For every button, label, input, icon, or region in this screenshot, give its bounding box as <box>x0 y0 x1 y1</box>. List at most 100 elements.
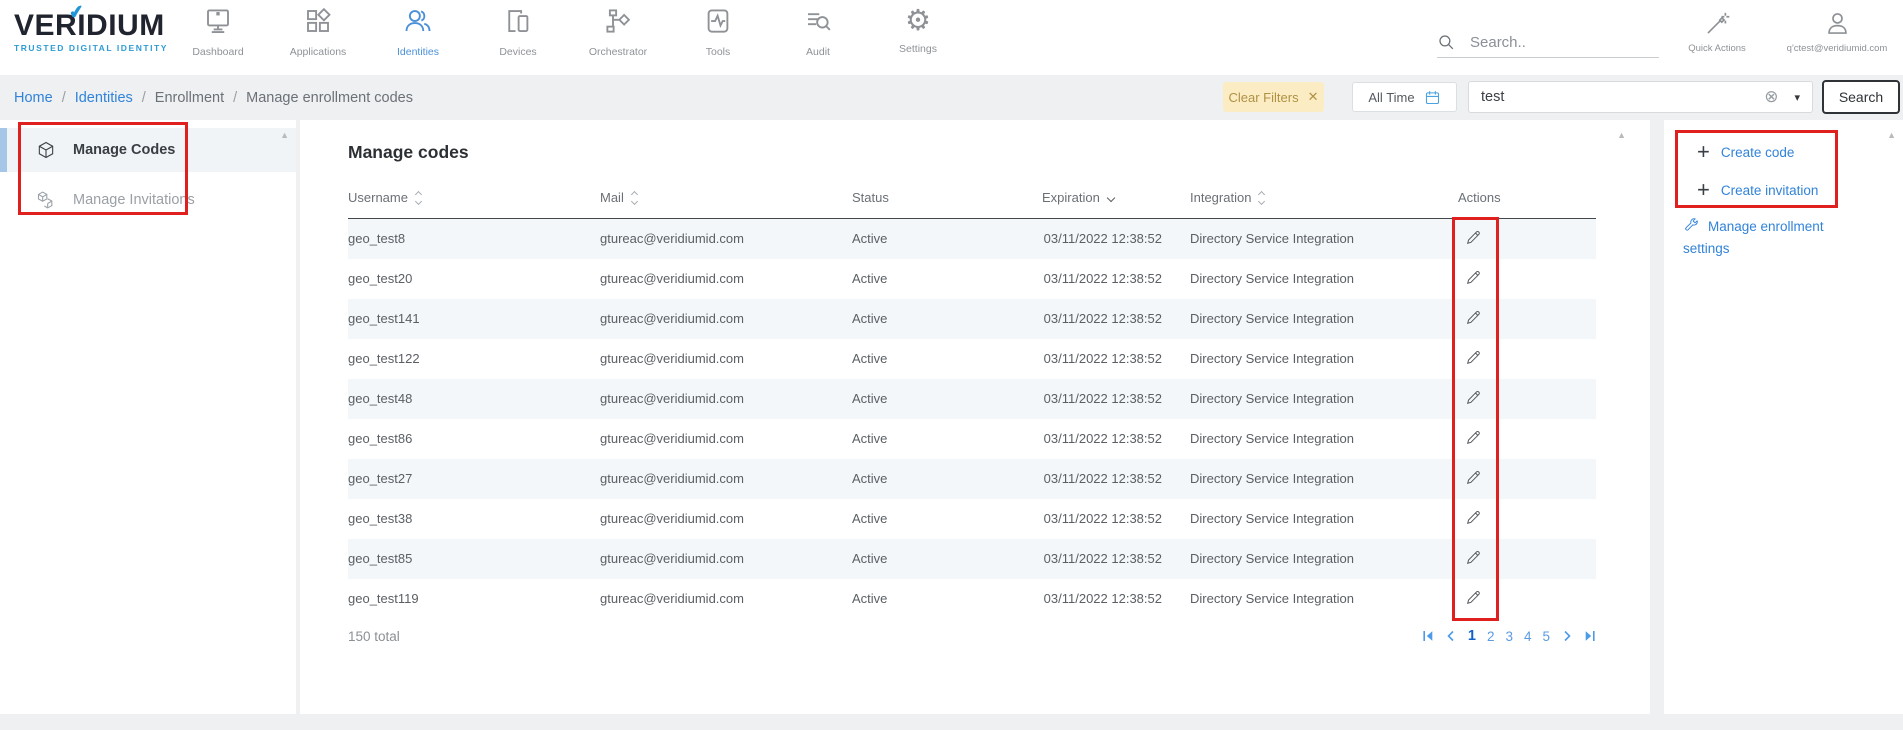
clear-input-icon[interactable]: ⊗ <box>1764 87 1778 107</box>
col-label: Username <box>348 190 408 205</box>
nav-item-dashboard[interactable]: Dashboard <box>168 6 268 58</box>
global-search-input[interactable]: Search.. <box>1437 28 1659 58</box>
edit-pencil-icon[interactable] <box>1465 589 1482 606</box>
quick-actions-button[interactable]: Quick Actions <box>1680 10 1754 54</box>
audit-log-icon <box>803 6 833 41</box>
cube-icon <box>36 140 56 160</box>
edit-pencil-icon[interactable] <box>1465 509 1482 526</box>
page-number-5[interactable]: 5 <box>1542 629 1550 644</box>
cell-expiration: 03/11/2022 12:38:52 <box>1042 499 1190 539</box>
table-search-input[interactable]: test ⊗ ▾ <box>1468 81 1813 113</box>
nav-item-tools[interactable]: Tools <box>668 6 768 58</box>
page-number-2[interactable]: 2 <box>1487 629 1495 644</box>
sort-desc-icon <box>1108 195 1114 201</box>
cell-username: geo_test122 <box>348 339 600 379</box>
create-invitation-button[interactable]: + Create invitation <box>1697 180 1818 200</box>
cell-integration: Directory Service Integration <box>1190 579 1458 619</box>
edit-pencil-icon[interactable] <box>1465 389 1482 406</box>
breadcrumb-enrollment: Enrollment <box>155 90 224 106</box>
edit-pencil-icon[interactable] <box>1465 229 1482 246</box>
cell-expiration: 03/11/2022 12:38:52 <box>1042 579 1190 619</box>
table-row: geo_test141 gtureac@veridiumid.com Activ… <box>348 299 1596 339</box>
cell-status: Active <box>852 499 1042 539</box>
cell-actions <box>1458 539 1596 579</box>
scroll-up-arrow-icon[interactable]: ▲ <box>1887 130 1896 140</box>
manage-enrollment-settings-link[interactable]: Manage enrollment settings <box>1683 216 1861 259</box>
table-body: geo_test8 gtureac@veridiumid.com Active … <box>348 219 1596 619</box>
cell-status: Active <box>852 339 1042 379</box>
devices-icon <box>503 6 533 41</box>
col-username[interactable]: Username <box>348 180 600 219</box>
left-sidebar: Manage Codes Manage Invitations ▲ <box>0 120 296 714</box>
cell-actions <box>1458 259 1596 299</box>
cell-username: geo_test141 <box>348 299 600 339</box>
search-button[interactable]: Search <box>1822 80 1900 114</box>
cell-expiration: 03/11/2022 12:38:52 <box>1042 459 1190 499</box>
breadcrumb-home[interactable]: Home <box>14 90 53 106</box>
cell-username: geo_test38 <box>348 499 600 539</box>
cell-status: Active <box>852 539 1042 579</box>
edit-pencil-icon[interactable] <box>1465 549 1482 566</box>
nav-item-orchestrator[interactable]: Orchestrator <box>568 6 668 58</box>
cell-actions <box>1458 379 1596 419</box>
prev-page-button[interactable] <box>1445 630 1457 642</box>
create-code-label: Create code <box>1721 145 1795 160</box>
veridium-logo[interactable]: VERI✔DIUM TRUSTED DIGITAL IDENTITY <box>14 10 164 53</box>
time-range-filter-button[interactable]: All Time <box>1352 82 1457 112</box>
nav-item-identities[interactable]: Identities <box>368 6 468 58</box>
sidebar-item-label: Manage Invitations <box>73 192 195 208</box>
page-number-1[interactable]: 1 <box>1468 628 1476 644</box>
clear-filters-button[interactable]: Clear Filters ✕ <box>1223 82 1324 112</box>
breadcrumb-separator: / <box>62 90 66 106</box>
col-status: Status <box>852 180 1042 219</box>
table-row: geo_test122 gtureac@veridiumid.com Activ… <box>348 339 1596 379</box>
user-account-button[interactable]: q'ctest@veridiumid.com <box>1772 10 1902 54</box>
cell-expiration: 03/11/2022 12:38:52 <box>1042 219 1190 259</box>
scroll-up-arrow-icon[interactable]: ▲ <box>280 130 289 140</box>
edit-pencil-icon[interactable] <box>1465 309 1482 326</box>
magic-wand-icon <box>1704 10 1731 37</box>
codes-table: Username Mail Status Expiration Integrat… <box>348 180 1596 619</box>
edit-pencil-icon[interactable] <box>1465 269 1482 286</box>
nav-item-audit[interactable]: Audit <box>768 6 868 58</box>
breadcrumb-filter-bar: Home / Identities / Enrollment / Manage … <box>0 75 1903 120</box>
cell-mail: gtureac@veridiumid.com <box>600 459 852 499</box>
top-navigation-bar: VERI✔DIUM TRUSTED DIGITAL IDENTITY Dashb… <box>0 0 1903 75</box>
nav-item-settings[interactable]: ⚙ Settings <box>868 6 968 58</box>
sort-icon <box>632 192 637 204</box>
cell-integration: Directory Service Integration <box>1190 499 1458 539</box>
edit-pencil-icon[interactable] <box>1465 469 1482 486</box>
page-number-4[interactable]: 4 <box>1524 629 1532 644</box>
app-grid-icon <box>303 6 333 41</box>
breadcrumb-current-page: Manage enrollment codes <box>246 90 413 106</box>
cell-status: Active <box>852 219 1042 259</box>
sidebar-item-manage-invitations[interactable]: Manage Invitations <box>0 178 296 222</box>
create-code-button[interactable]: + Create code <box>1697 142 1794 162</box>
col-expiration[interactable]: Expiration <box>1042 180 1190 219</box>
col-label: Status <box>852 190 889 205</box>
scroll-up-arrow-icon[interactable]: ▲ <box>1617 130 1626 140</box>
cell-actions <box>1458 339 1596 379</box>
cell-username: geo_test48 <box>348 379 600 419</box>
cell-expiration: 03/11/2022 12:38:52 <box>1042 379 1190 419</box>
nav-item-applications[interactable]: Applications <box>268 6 368 58</box>
chevron-down-icon[interactable]: ▾ <box>1794 91 1800 104</box>
edit-pencil-icon[interactable] <box>1465 429 1482 446</box>
col-mail[interactable]: Mail <box>600 180 852 219</box>
cell-integration: Directory Service Integration <box>1190 259 1458 299</box>
col-integration[interactable]: Integration <box>1190 180 1458 219</box>
table-row: geo_test8 gtureac@veridiumid.com Active … <box>348 219 1596 259</box>
cell-actions <box>1458 579 1596 619</box>
breadcrumb-identities[interactable]: Identities <box>75 90 133 106</box>
cell-expiration: 03/11/2022 12:38:52 <box>1042 339 1190 379</box>
sidebar-item-manage-codes[interactable]: Manage Codes <box>0 128 296 172</box>
nav-item-devices[interactable]: Devices <box>468 6 568 58</box>
cell-integration: Directory Service Integration <box>1190 379 1458 419</box>
first-page-button[interactable] <box>1422 630 1434 642</box>
breadcrumb-separator: / <box>233 90 237 106</box>
page-number-3[interactable]: 3 <box>1505 629 1513 644</box>
plus-icon: + <box>1697 180 1710 200</box>
edit-pencil-icon[interactable] <box>1465 349 1482 366</box>
next-page-button[interactable] <box>1561 630 1573 642</box>
last-page-button[interactable] <box>1584 630 1596 642</box>
